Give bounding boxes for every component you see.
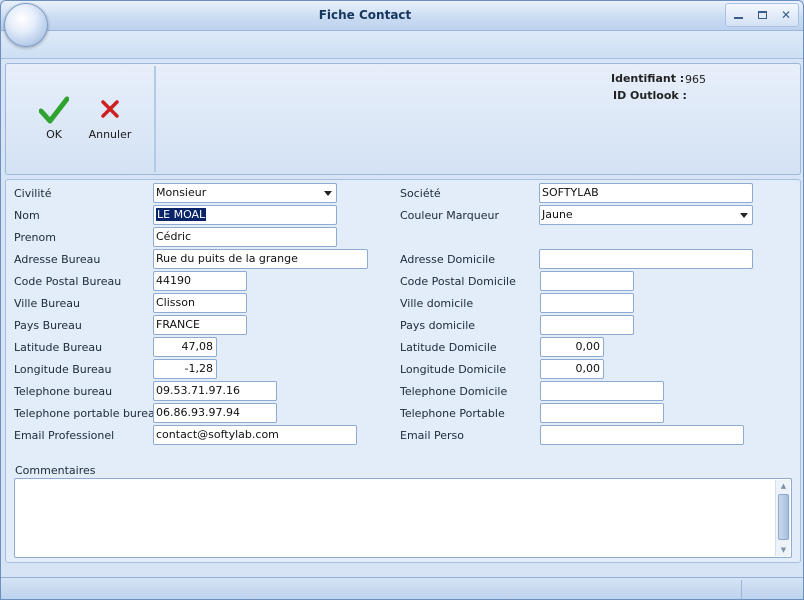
adresse-domicile-label: Adresse Domicile [400,253,495,266]
pays-bureau-input[interactable]: FRANCE [153,315,247,335]
cancel-label: Annuler [88,128,132,141]
minimize-button[interactable] [726,4,750,26]
pays-bureau-label: Pays Bureau [14,319,82,332]
title-bar: Fiche Contact ✕ [1,1,803,31]
mobile-bureau-label: Telephone portable bureau [14,407,162,420]
tel-domicile-input[interactable] [540,381,664,401]
status-segment [741,580,803,599]
latitude-domicile-input[interactable]: 0,00 [540,337,604,357]
pays-domicile-label: Pays domicile [400,319,476,332]
tel-bureau-input[interactable]: 09.53.71.97.16 [153,381,277,401]
contact-form: Civilité Nom Prenom Adresse Bureau Code … [5,179,801,563]
email-pro-label: Email Professionel [14,429,115,442]
latitude-bureau-input[interactable]: 47,08 [153,337,217,357]
tel-bureau-label: Telephone bureau [14,385,113,398]
ok-label: OK [46,128,62,141]
commentaires-label: Commentaires [15,464,96,477]
scroll-up-icon[interactable]: ▲ [776,480,791,492]
couleur-value: Jaune [542,208,573,221]
close-button[interactable]: ✕ [774,4,798,26]
window-controls: ✕ [725,3,799,27]
nom-input[interactable]: LE MOAL [153,205,337,225]
prenom-input[interactable]: Cédric [153,227,337,247]
mobile-domicile-input[interactable] [540,403,664,423]
outlook-id-label: ID Outlook : [613,89,687,102]
ok-button[interactable]: OK [32,96,76,141]
chevron-down-icon [324,191,332,196]
quick-access-bar [1,31,803,59]
latitude-domicile-label: Latitude Domicile [400,341,497,354]
latitude-bureau-label: Latitude Bureau [14,341,103,354]
ribbon-group-actions: OK Annuler [8,66,156,172]
couleur-select[interactable]: Jaune [539,205,753,225]
checkmark-icon [39,96,69,124]
ville-bureau-label: Ville Bureau [14,297,80,310]
cp-bureau-input[interactable]: 44190 [153,271,247,291]
tel-domicile-label: Telephone Domicile [400,385,508,398]
nom-value: LE MOAL [156,208,207,221]
ribbon-group-info: Identifiant : 965 ID Outlook : [162,66,798,172]
ribbon: OK Annuler Identifiant : 965 ID Outlook … [5,63,801,175]
cp-domicile-label: Code Postal Domicile [400,275,516,288]
scroll-thumb[interactable] [778,494,789,540]
cp-bureau-label: Code Postal Bureau [14,275,122,288]
email-perso-input[interactable] [540,425,744,445]
ville-domicile-label: Ville domicile [400,297,474,310]
mobile-domicile-label: Telephone Portable [400,407,505,420]
civilite-value: Monsieur [156,186,207,199]
identifiant-label: Identifiant : [611,72,685,85]
identifiant-value: 965 [685,73,706,86]
ville-bureau-input[interactable]: Clisson [153,293,247,313]
longitude-domicile-label: Longitude Domicile [400,363,507,376]
commentaires-textarea[interactable]: ▲ ▼ [14,478,792,558]
nom-label: Nom [14,209,40,222]
cancel-button[interactable]: Annuler [88,96,132,141]
x-icon [101,100,119,118]
pays-domicile-input[interactable] [540,315,634,335]
status-bar [1,577,803,599]
email-pro-input[interactable]: contact@softylab.com [153,425,357,445]
couleur-label: Couleur Marqueur [400,209,499,222]
email-perso-label: Email Perso [400,429,465,442]
window-title: Fiche Contact [318,8,412,22]
fiche-contact-window: Fiche Contact ✕ OK Annuler Identifiant:… [0,0,804,600]
prenom-label: Prenom [14,231,56,244]
chevron-down-icon [740,213,748,218]
maximize-button[interactable] [750,4,774,26]
longitude-bureau-label: Longitude Bureau [14,363,112,376]
civilite-select[interactable]: Monsieur [153,183,337,203]
app-menu-orb[interactable] [4,3,48,47]
maximize-icon [757,11,767,19]
mobile-bureau-input[interactable]: 06.86.93.97.94 [153,403,277,423]
close-icon: ✕ [780,8,792,22]
adresse-domicile-input[interactable] [539,249,753,269]
longitude-domicile-input[interactable]: 0,00 [540,359,604,379]
scroll-down-icon[interactable]: ▼ [776,544,791,556]
comments-scrollbar[interactable]: ▲ ▼ [775,480,790,556]
societe-input[interactable]: SOFTYLAB [539,183,753,203]
ville-domicile-input[interactable] [540,293,634,313]
civilite-label: Civilité [14,187,52,200]
adresse-bureau-input[interactable]: Rue du puits de la grange [153,249,368,269]
societe-label: Société [400,187,441,200]
adresse-bureau-label: Adresse Bureau [14,253,101,266]
cp-domicile-input[interactable] [540,271,634,291]
longitude-bureau-input[interactable]: -1,28 [153,359,217,379]
minimize-icon [733,17,743,19]
